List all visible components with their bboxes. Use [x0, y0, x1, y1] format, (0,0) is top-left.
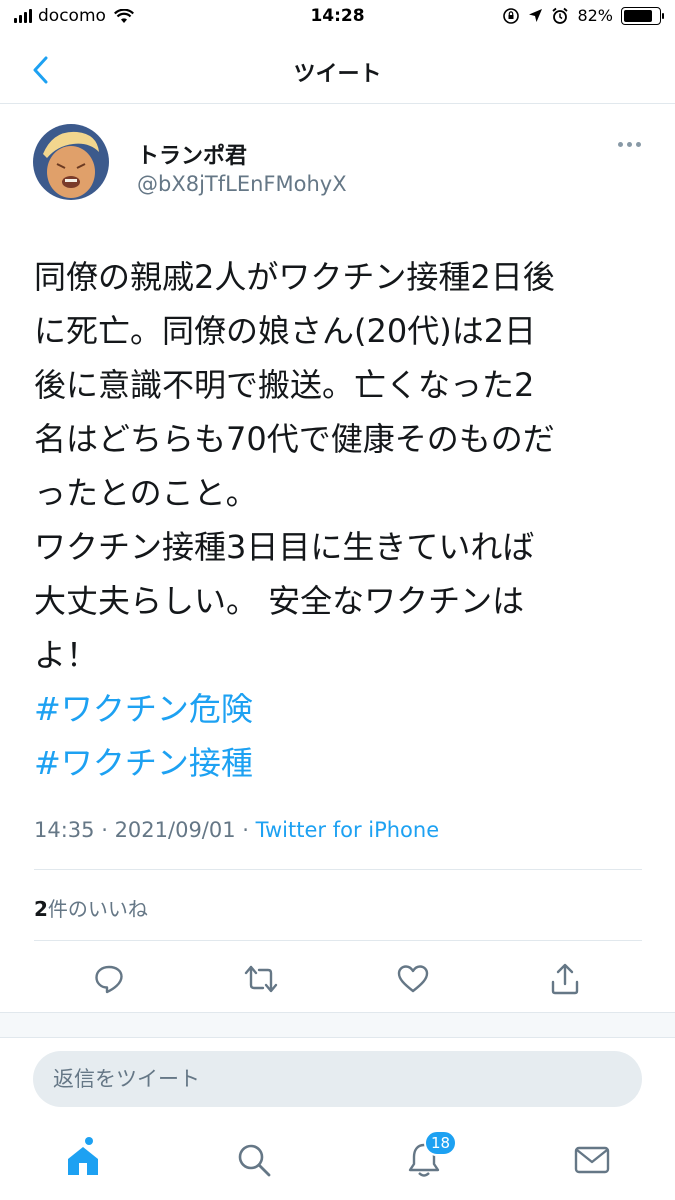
- tweet-text: 同僚の親戚2人がワクチン接種2日後 に死亡。同僚の娘さん(20代)は2日 後に意…: [34, 250, 654, 790]
- divider: [34, 869, 642, 870]
- tab-messages[interactable]: [568, 1136, 616, 1184]
- tweet-line: よ！: [34, 636, 99, 674]
- reply-box: [33, 1051, 642, 1107]
- more-options-button[interactable]: [618, 142, 641, 147]
- home-icon: [68, 1147, 98, 1175]
- battery-fill: [624, 9, 652, 22]
- location-icon: [529, 9, 543, 22]
- tab-notifications[interactable]: 18: [400, 1130, 458, 1184]
- tweet-line: ったとのこと。: [34, 474, 258, 512]
- status-bar: docomo 14:28 82%: [0, 0, 675, 36]
- divider: [34, 940, 642, 941]
- more-dot-icon: [636, 142, 641, 147]
- nav-bar: ツイート: [0, 36, 675, 104]
- avatar[interactable]: [33, 124, 109, 200]
- user-handle[interactable]: @bX8jTfLEnFMohyX: [137, 172, 347, 196]
- meta-separator: ·: [94, 818, 115, 842]
- notification-badge: 18: [424, 1130, 458, 1156]
- like-button[interactable]: [393, 959, 433, 999]
- battery-icon: [621, 6, 664, 25]
- tweet-line: 後に意識不明で搬送。亡くなった2: [34, 366, 535, 404]
- likes-label: 件のいいね: [47, 897, 148, 921]
- tweet-line: に死亡。同僚の娘さん(20代)は2日: [34, 312, 537, 350]
- reply-button[interactable]: [89, 959, 129, 999]
- mail-icon: [574, 1146, 610, 1174]
- meta-separator: ·: [235, 818, 256, 842]
- share-icon: [551, 963, 579, 995]
- tweet-source-link[interactable]: Twitter for iPhone: [256, 818, 440, 842]
- hashtag-link[interactable]: #ワクチン接種: [34, 736, 654, 790]
- tab-home[interactable]: [59, 1136, 107, 1184]
- likes-count-link[interactable]: 2件のいいね: [34, 893, 148, 922]
- tweet-time: 14:35: [34, 818, 95, 842]
- tweet-line: 同僚の親戚2人がワクチン接種2日後: [34, 258, 555, 296]
- search-icon: [238, 1144, 271, 1177]
- tweet-date: 2021/09/01: [114, 818, 236, 842]
- reply-input[interactable]: [33, 1051, 642, 1107]
- orientation-lock-icon: [503, 7, 520, 24]
- retweet-icon: [244, 965, 278, 993]
- alarm-icon: [552, 7, 569, 24]
- hashtag-link[interactable]: #ワクチン危険: [34, 682, 654, 736]
- status-right: 82%: [502, 6, 664, 25]
- tweet-actions: [0, 955, 675, 1001]
- home-new-dot: [85, 1137, 93, 1145]
- tweet-line: ワクチン接種3日目に生きていれば: [34, 528, 535, 566]
- retweet-button[interactable]: [241, 959, 281, 999]
- share-button[interactable]: [545, 959, 585, 999]
- more-dot-icon: [618, 142, 623, 147]
- tab-bar: 18: [0, 1126, 675, 1200]
- display-name[interactable]: トランポ君: [137, 138, 247, 170]
- tweet-meta: 14:35 · 2021/09/01 · Twitter for iPhone: [34, 818, 439, 842]
- avatar-image: [33, 124, 109, 200]
- tab-search[interactable]: [230, 1136, 278, 1184]
- page-title: ツイート: [293, 62, 382, 87]
- more-dot-icon: [627, 142, 632, 147]
- likes-count: 2: [34, 897, 48, 921]
- reply-icon: [95, 965, 123, 994]
- section-separator: [0, 1012, 675, 1038]
- battery-percent: 82%: [577, 6, 613, 25]
- heart-icon: [397, 965, 429, 993]
- tweet-line: 大丈夫らしい。 安全なワクチンは: [34, 582, 525, 620]
- tweet-line: 名はどちらも70代で健康そのものだ: [34, 420, 555, 458]
